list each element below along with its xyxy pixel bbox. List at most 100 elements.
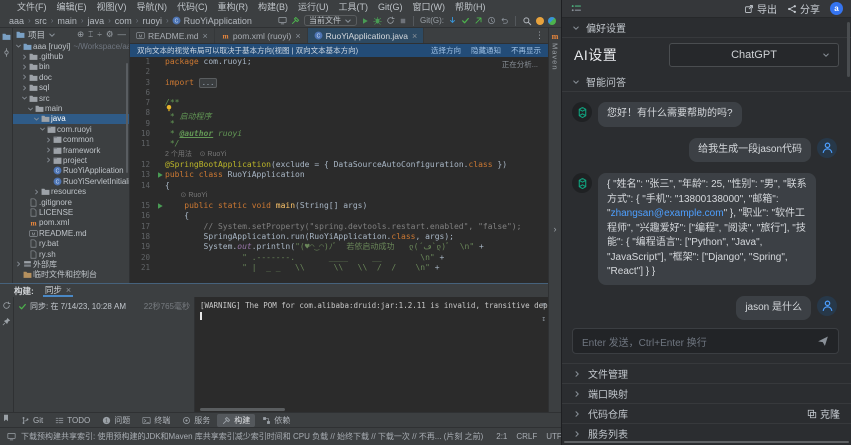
project-tool-icon[interactable] (2, 32, 11, 41)
menu-item-6[interactable]: 构建(B) (253, 0, 293, 14)
user-bubble[interactable]: 给我生成一段jason代码 (689, 138, 811, 163)
line-separator[interactable]: CRLF (516, 432, 537, 441)
tree-item-com.ruoyi[interactable]: com.ruoyi (13, 124, 129, 134)
expand-icon[interactable]: ÷ (97, 29, 102, 40)
history-button[interactable] (487, 16, 496, 25)
tree-item-common[interactable]: common (13, 135, 129, 145)
menu-item-7[interactable]: 运行(U) (293, 0, 334, 14)
breadcrumb-item-6[interactable]: RuoYiApplication (183, 16, 253, 26)
breadcrumb-item-4[interactable]: com (114, 16, 133, 26)
user-bubble[interactable]: jason 是什么 (736, 296, 811, 321)
section-code-repo[interactable]: 代码仓库 克隆 (562, 403, 851, 423)
run-configuration-select[interactable]: 当前文件 (304, 15, 357, 26)
toolwindow-服务[interactable]: 服务 (177, 414, 215, 427)
tree-item-.gitignore[interactable]: .gitignore (13, 197, 129, 207)
chat-input[interactable]: Enter 发送，Ctrl+Enter 换行 (572, 328, 839, 354)
gutter-icon[interactable] (154, 171, 165, 179)
tree-item-LICENSE[interactable]: LICENSE (13, 207, 129, 217)
banner-link-1[interactable]: 隐藏通知 (471, 45, 501, 56)
toolwindow-问题[interactable]: 1问题 (97, 414, 135, 427)
close-icon[interactable]: × (411, 31, 417, 41)
editor-tab-2[interactable]: CRuoYiApplication.java× (308, 28, 425, 43)
section-qa[interactable]: 智能问答 (562, 72, 851, 92)
section-port-mapping[interactable]: 端口映射 (562, 383, 851, 403)
close-icon[interactable]: × (294, 31, 300, 41)
ai-panel-hscrollbar[interactable] (564, 441, 849, 443)
menu-item-5[interactable]: 重构(R) (213, 0, 254, 14)
coverage-button[interactable] (386, 16, 395, 25)
tree-item-.github[interactable]: .github (13, 51, 129, 61)
code-editor[interactable]: 1package com.ruoyi;23import ...67/**8 * … (130, 57, 548, 283)
editor-tab-0[interactable]: MREADME.md× (130, 28, 215, 43)
build-hammer-icon[interactable] (291, 16, 300, 25)
tree-item-main[interactable]: main (13, 103, 129, 113)
breadcrumb-item-5[interactable]: ruoyi (141, 16, 163, 26)
status-message[interactable]: 下载预构建共享索引: 使用预构建的JDK和Maven 库共享索引减少索引时间和 … (21, 431, 483, 442)
tree-item-README.md[interactable]: MREADME.md (13, 228, 129, 238)
tree-item-resources[interactable]: resources (13, 186, 129, 196)
tree-item-framework[interactable]: framework (13, 145, 129, 155)
git-commit-button[interactable] (461, 16, 470, 25)
toolwindow-终端[interactable]: 终端 (137, 414, 175, 427)
section-service-list[interactable]: 服务列表 (562, 423, 851, 443)
breadcrumb-item-0[interactable]: aaa (8, 16, 25, 26)
scroll-to-end-icon[interactable]: ↧ (541, 314, 546, 323)
tree-item-java[interactable]: java (13, 114, 129, 124)
menu-item-9[interactable]: Git(G) (373, 0, 408, 14)
bulb-icon[interactable] (165, 104, 211, 112)
run-widget-icon[interactable] (278, 16, 287, 25)
send-icon[interactable] (817, 335, 829, 347)
menu-item-11[interactable]: 帮助(H) (450, 0, 491, 14)
commit-tool-icon[interactable] (2, 48, 11, 57)
tree-item-aaa-ruoyi-[interactable]: aaa [ruoyi]~/Workspace/aaa (13, 41, 129, 51)
toolwindow-TODO[interactable]: TODO (50, 414, 95, 427)
menu-hamburger-icon[interactable] (570, 3, 583, 14)
breadcrumb-item-2[interactable]: main (56, 16, 78, 26)
run-button[interactable] (361, 17, 369, 25)
soft-wrap-icon[interactable]: ≡ (541, 300, 546, 309)
user-avatar[interactable]: a (830, 2, 843, 15)
menu-item-4[interactable]: 代码(C) (172, 0, 213, 14)
tree-item-bin[interactable]: bin (13, 62, 129, 72)
menu-item-8[interactable]: 工具(T) (334, 0, 374, 14)
close-icon[interactable]: × (65, 285, 71, 295)
rollback-button[interactable] (500, 16, 509, 25)
git-update-button[interactable] (448, 16, 457, 25)
debug-button[interactable] (373, 16, 382, 25)
pin-icon[interactable] (2, 317, 11, 326)
email-link[interactable]: zhangsan@example.com (611, 208, 724, 219)
tree-item-src[interactable]: src (13, 93, 129, 103)
plugin-orange-icon[interactable] (536, 17, 544, 25)
menu-item-10[interactable]: 窗口(W) (408, 0, 451, 14)
tree-item-pom.xml[interactable]: mpom.xml (13, 218, 129, 228)
tree-item-ry.sh[interactable]: ry.sh (13, 249, 129, 259)
git-push-button[interactable] (474, 16, 483, 25)
toolwindow-构建[interactable]: 构建 (217, 414, 255, 427)
caret-position[interactable]: 2:1 (496, 432, 507, 441)
search-everywhere-icon[interactable] (522, 16, 532, 26)
tree-item--[interactable]: 外部库 (13, 259, 129, 269)
maven-tool-label[interactable]: Maven (551, 43, 560, 71)
banner-link-2[interactable]: 不再显示 (511, 45, 541, 56)
project-view-title[interactable]: 项目 (28, 29, 45, 41)
gutter-icon[interactable] (154, 202, 165, 210)
assistant-bubble[interactable]: 您好！有什么需要帮助的吗? (598, 102, 742, 127)
editor-tab-1[interactable]: mpom.xml (ruoyi)× (215, 28, 308, 43)
menu-item-0[interactable]: 文件(F) (12, 0, 52, 14)
project-scrollbar[interactable] (126, 63, 128, 173)
build-console[interactable]: [WARNING] The POM for com.alibaba:druid:… (195, 297, 548, 412)
breadcrumb-item-3[interactable]: java (87, 16, 106, 26)
plugin-blue-icon[interactable] (548, 17, 556, 25)
tree-item-RuoYiApplication[interactable]: CRuoYiApplication (13, 166, 129, 176)
export-button[interactable]: 导出 (744, 1, 777, 16)
collapse-all-icon[interactable]: ⌶ (88, 29, 93, 40)
resync-icon[interactable] (2, 301, 11, 310)
assistant-bubble[interactable]: { "姓名": "张三", "年龄": 25, "性别": "男", "联系方式… (598, 173, 816, 285)
banner-link-0[interactable]: 选择方向 (431, 45, 461, 56)
close-icon[interactable]: × (202, 31, 208, 41)
sync-status-text[interactable]: 同步: 在 7/14/23, 10:28 AM (30, 301, 126, 312)
stop-button[interactable] (399, 17, 407, 25)
console-hscrollbar[interactable] (200, 408, 285, 411)
ai-panel-scrollbar[interactable] (847, 22, 850, 77)
maven-tool-icon[interactable]: m (550, 31, 560, 41)
